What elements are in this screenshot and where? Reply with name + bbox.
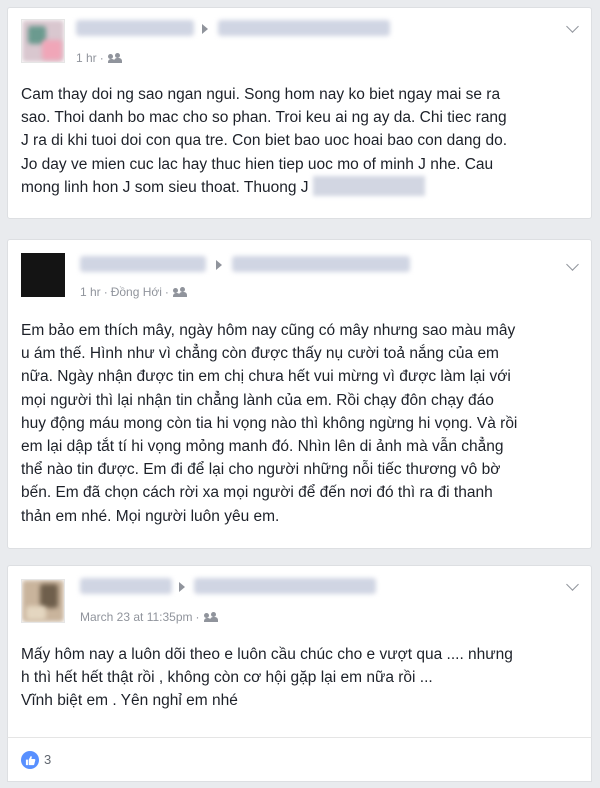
post-3: March 23 at 11:35pm · Mấy hôm nay a luôn…: [7, 565, 592, 739]
reaction-count[interactable]: 3: [44, 752, 51, 767]
friends-icon[interactable]: [107, 53, 122, 63]
friends-icon[interactable]: [203, 612, 218, 622]
post-text: Em bảo em thích mây, ngày hôm nay cũng c…: [21, 322, 518, 525]
avatar[interactable]: [21, 579, 65, 623]
redacted-name: [312, 175, 425, 196]
group-name[interactable]: [218, 20, 390, 36]
post-text: Mấy hôm nay a luôn dõi theo e luôn cầu c…: [21, 646, 513, 710]
friends-icon[interactable]: [172, 287, 187, 297]
post-2: 1 hr · Đồng Hới · Em bảo em thích mây, n…: [7, 239, 592, 549]
chevron-down-icon[interactable]: [566, 258, 579, 271]
group-name[interactable]: [232, 256, 410, 272]
author-name[interactable]: [80, 578, 172, 594]
like-icon[interactable]: [21, 751, 39, 769]
avatar[interactable]: [21, 19, 65, 63]
post-time[interactable]: 1 hr: [76, 51, 97, 65]
post-meta: 1 hr ·: [76, 51, 122, 65]
arrow-icon: [202, 24, 208, 34]
post-meta: 1 hr · Đồng Hới ·: [80, 285, 187, 299]
group-name[interactable]: [194, 578, 376, 594]
reactions-bar: 3: [7, 737, 592, 782]
author-name[interactable]: [76, 20, 194, 36]
post-text: Cam thay doi ng sao ngan ngui. Song hom …: [21, 86, 508, 196]
post-meta: March 23 at 11:35pm ·: [80, 610, 218, 624]
post-time[interactable]: March 23 at 11:35pm: [80, 610, 193, 624]
post-1: 1 hr · Cam thay doi ng sao ngan ngui. So…: [7, 7, 592, 219]
author-name[interactable]: [80, 256, 206, 272]
arrow-icon: [216, 260, 222, 270]
chevron-down-icon[interactable]: [566, 578, 579, 591]
arrow-icon: [179, 582, 185, 592]
chevron-down-icon[interactable]: [566, 20, 579, 33]
avatar[interactable]: [21, 253, 65, 297]
post-time[interactable]: 1 hr: [80, 285, 101, 299]
post-location[interactable]: Đồng Hới: [111, 285, 162, 299]
